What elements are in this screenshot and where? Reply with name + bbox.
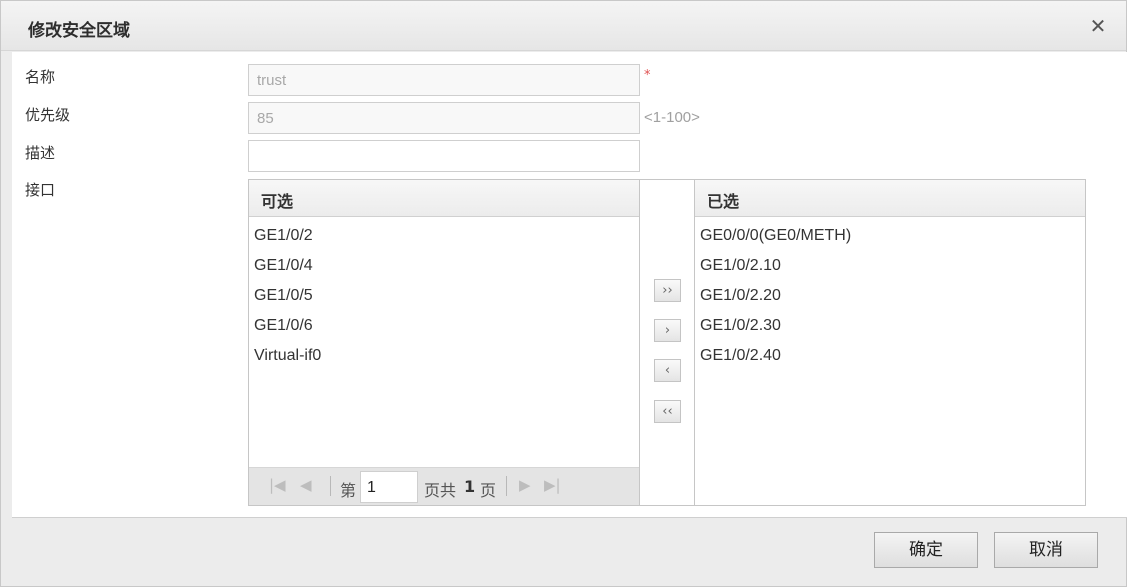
- available-list: GE1/0/2 GE1/0/4 GE1/0/5 GE1/0/6 Virtual-…: [249, 217, 639, 371]
- name-label: 名称: [25, 68, 56, 86]
- list-item[interactable]: GE1/0/2.40: [695, 341, 1085, 371]
- cancel-button[interactable]: 取消: [994, 532, 1098, 568]
- list-item[interactable]: GE1/0/2.30: [695, 311, 1085, 341]
- last-page-icon[interactable]: ▶|: [544, 476, 561, 494]
- description-field[interactable]: [248, 140, 640, 172]
- list-item[interactable]: GE1/0/2: [249, 221, 639, 251]
- pager-divider: [506, 476, 507, 496]
- close-icon[interactable]: ✕: [1087, 14, 1109, 38]
- first-page-icon[interactable]: |◀: [269, 476, 286, 494]
- prev-page-icon[interactable]: ◀: [300, 476, 312, 494]
- description-label: 描述: [25, 144, 56, 162]
- dialog-footer: 确定 取消: [1, 519, 1126, 587]
- next-page-icon[interactable]: ▶: [519, 476, 531, 494]
- dialog-titlebar: 修改安全区域 ✕: [1, 1, 1126, 51]
- available-interfaces-panel: 可选 GE1/0/2 GE1/0/4 GE1/0/5 GE1/0/6 Virtu…: [248, 179, 640, 506]
- list-item[interactable]: GE1/0/5: [249, 281, 639, 311]
- page-prefix: 第: [340, 481, 357, 500]
- transfer-buttons: ›› › ‹ ‹‹: [640, 179, 696, 506]
- remove-all-button[interactable]: ‹‹: [654, 400, 681, 423]
- priority-field[interactable]: 85: [248, 102, 640, 134]
- total-pages: 1: [464, 477, 476, 496]
- available-header: 可选: [249, 180, 639, 217]
- ok-button[interactable]: 确定: [874, 532, 978, 568]
- add-all-button[interactable]: ››: [654, 279, 681, 302]
- page-unit: 页: [480, 481, 497, 500]
- add-button[interactable]: ›: [654, 319, 681, 342]
- dialog-title: 修改安全区域: [28, 21, 130, 41]
- pagination-bar: |◀ ◀ 第 1 页共 1 页 ▶ ▶|: [249, 467, 639, 505]
- list-item[interactable]: GE1/0/2.20: [695, 281, 1085, 311]
- list-item[interactable]: GE1/0/2.10: [695, 251, 1085, 281]
- required-mark: *: [644, 68, 651, 83]
- selected-list: GE0/0/0(GE0/METH) GE1/0/2.10 GE1/0/2.20 …: [695, 217, 1085, 371]
- priority-label: 优先级: [25, 106, 71, 124]
- remove-button[interactable]: ‹: [654, 359, 681, 382]
- list-item[interactable]: GE1/0/6: [249, 311, 639, 341]
- list-item[interactable]: Virtual-if0: [249, 341, 639, 371]
- name-field[interactable]: trust: [248, 64, 640, 96]
- interface-label: 接口: [25, 181, 56, 199]
- page-suffix: 页共: [424, 481, 457, 500]
- selected-header: 已选: [695, 180, 1085, 217]
- list-item[interactable]: GE1/0/4: [249, 251, 639, 281]
- pager-divider: [330, 476, 331, 496]
- selected-interfaces-panel: 已选 GE0/0/0(GE0/METH) GE1/0/2.10 GE1/0/2.…: [694, 179, 1086, 506]
- priority-range-hint: <1-100>: [644, 109, 700, 126]
- dialog-body: 名称 trust * 优先级 85 <1-100> 描述 接口 可选 GE1/0…: [12, 52, 1127, 518]
- page-number-input[interactable]: 1: [360, 471, 418, 503]
- list-item[interactable]: GE0/0/0(GE0/METH): [695, 221, 1085, 251]
- edit-security-zone-dialog: 修改安全区域 ✕ 名称 trust * 优先级 85 <1-100> 描述 接口…: [0, 0, 1127, 587]
